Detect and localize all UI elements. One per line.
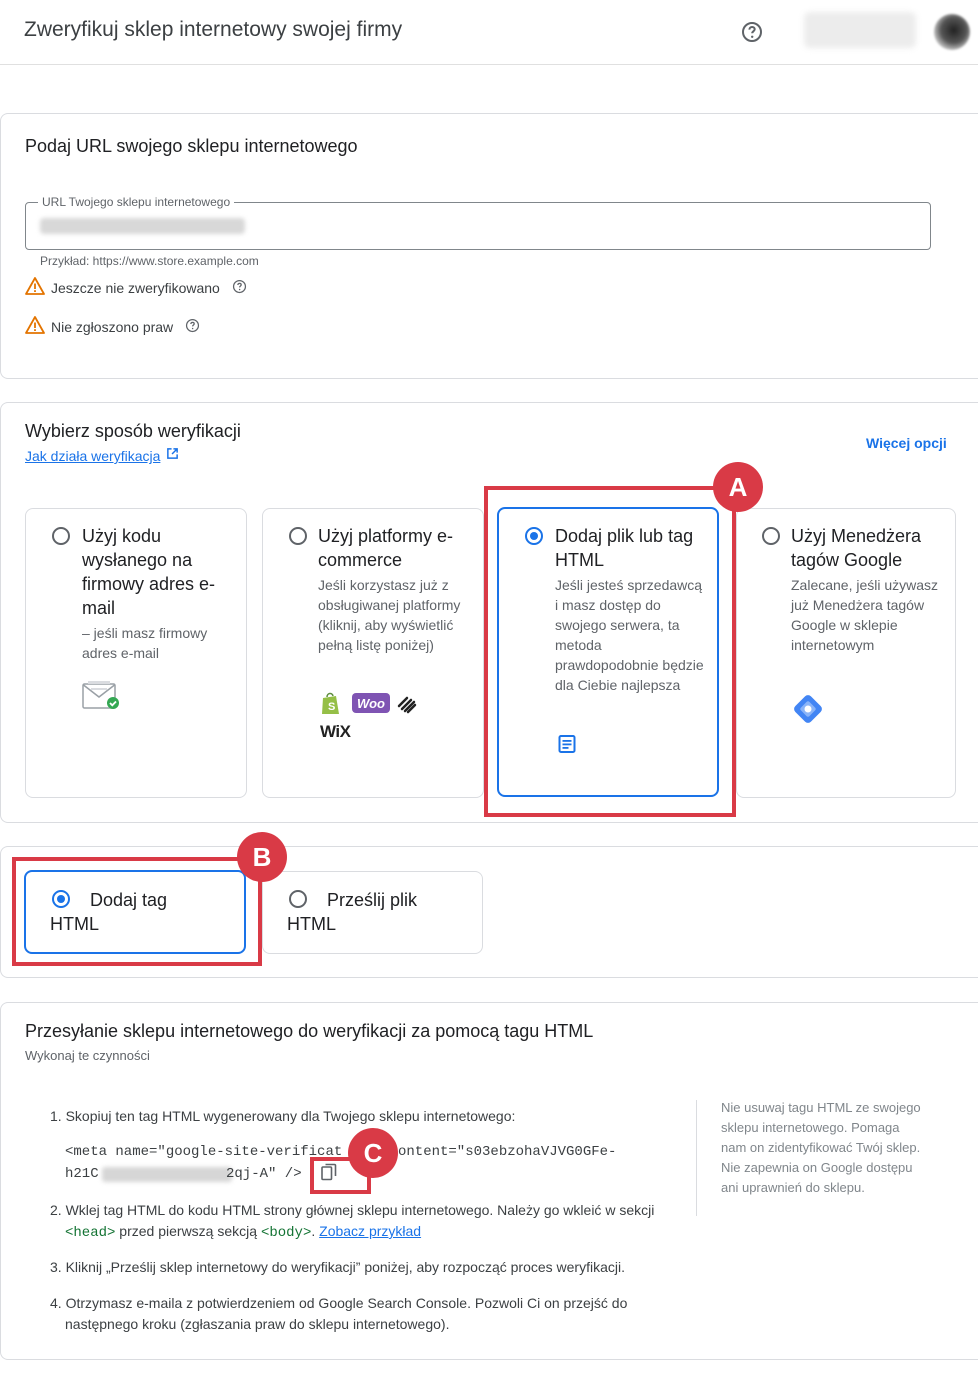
annotation-box-a: [484, 486, 736, 817]
option-ecommerce-title: Użyj platformy e-commerce: [318, 526, 454, 570]
avatar[interactable]: [934, 14, 970, 50]
instructions-title: Przesyłanie sklepu internetowego do wery…: [25, 1021, 594, 1041]
url-section-title: Podaj URL swojego sklepu internetowego: [25, 136, 358, 156]
step-2-mid: przed pierwszą sekcją: [115, 1223, 261, 1239]
account-switcher[interactable]: [804, 12, 916, 48]
side-note: Nie usuwaj tagu HTML ze swojego sklepu i…: [721, 1100, 921, 1195]
annotation-badge-b: B: [237, 832, 287, 882]
how-verification-works-link[interactable]: Jak działa weryfikacja: [25, 447, 179, 465]
step-4-line-1: 4. Otrzymasz e-maila z potwierdzeniem od…: [50, 1295, 628, 1311]
step-3: 3. Kliknij „Prześlij sklep internetowy d…: [50, 1259, 625, 1275]
status-not-claimed-label: Nie zgłoszono praw: [51, 318, 174, 335]
status-not-claimed: Nie zgłoszono praw: [25, 316, 200, 337]
see-example-link[interactable]: Zobacz przykład: [319, 1223, 421, 1239]
warning-icon: [25, 316, 45, 337]
more-options-button[interactable]: Więcej opcji: [866, 435, 947, 451]
store-url-value: [40, 218, 245, 234]
open-in-new-icon: [166, 447, 179, 465]
store-url-helper: Przykład: https://www.store.example.com: [40, 254, 259, 268]
code-line-1b: ontent="s03ebzohaVJVG0GFe-: [398, 1144, 617, 1160]
status-not-verified: Jeszcze nie zweryfikowano: [25, 277, 247, 298]
radio-email-code[interactable]: [52, 527, 70, 545]
status-not-verified-label: Jeszcze nie zweryfikowano: [51, 279, 220, 296]
svg-text:S: S: [328, 701, 335, 713]
email-verified-icon: [82, 680, 122, 717]
shopify-icon: S: [320, 692, 342, 721]
woocommerce-logo: Woo: [352, 693, 390, 713]
radio-ecommerce[interactable]: [289, 527, 307, 545]
code-line-2b: 2qj-A" />: [226, 1166, 302, 1182]
option-email-desc: – jeśli masz firmowy adres e-mail: [82, 625, 208, 661]
code-redacted: [102, 1167, 232, 1182]
radio-google-tag-manager[interactable]: [762, 527, 780, 545]
squarespace-icon: [396, 694, 418, 719]
option-gtm-desc: Zalecane, jeśli używasz już Menedżera ta…: [791, 577, 939, 653]
code-line-2a: h21C: [65, 1166, 99, 1182]
store-url-label: URL Twojego sklepu internetowego: [38, 195, 235, 209]
step-2-text: 2. Wklej tag HTML do kodu HTML strony gł…: [50, 1202, 655, 1218]
how-verification-link-label[interactable]: Jak działa weryfikacja: [25, 448, 160, 464]
page-title: Zweryfikuj sklep internetowy swojej firm…: [24, 18, 403, 41]
help-circle-icon[interactable]: [740, 20, 764, 44]
warning-icon: [25, 277, 45, 298]
annotation-badge-a: A: [713, 462, 763, 512]
help-circle-icon[interactable]: [185, 318, 200, 336]
option-upload-html-file-title: Prześlij plik HTML: [287, 890, 418, 934]
step-2-head-tag: <head>: [65, 1225, 116, 1241]
google-tag-manager-icon: [791, 692, 825, 731]
annotation-box-b: [12, 857, 262, 966]
option-email-title: Użyj kodu wysłanego na firmowy adres e-m…: [82, 526, 216, 618]
step-1: 1. Skopiuj ten tag HTML wygenerowany dla…: [50, 1108, 516, 1124]
vertical-divider: [696, 1100, 697, 1216]
wix-logo: WiX: [320, 722, 351, 741]
instructions-subtitle: Wykonaj te czynności: [25, 1048, 150, 1063]
step-2: 2. Wklej tag HTML do kodu HTML strony gł…: [50, 1200, 680, 1244]
step-4-line-2: następnego kroku (zgłaszania praw do skl…: [65, 1316, 450, 1332]
option-ecommerce-desc: Jeśli korzystasz już z obsługiwanej plat…: [318, 577, 461, 653]
method-section-title: Wybierz sposób weryfikacji: [25, 421, 241, 441]
step-4: 4. Otrzymasz e-maila z potwierdzeniem od…: [50, 1293, 627, 1335]
step-2-body-tag: <body>: [260, 1225, 312, 1241]
option-gtm-title: Użyj Menedżera tagów Google: [791, 526, 922, 570]
step-2-dot: .: [311, 1223, 320, 1239]
help-circle-icon[interactable]: [232, 279, 247, 297]
code-line-1a: <meta name="google-site-verificat: [65, 1144, 343, 1160]
annotation-badge-c: C: [348, 1128, 398, 1178]
